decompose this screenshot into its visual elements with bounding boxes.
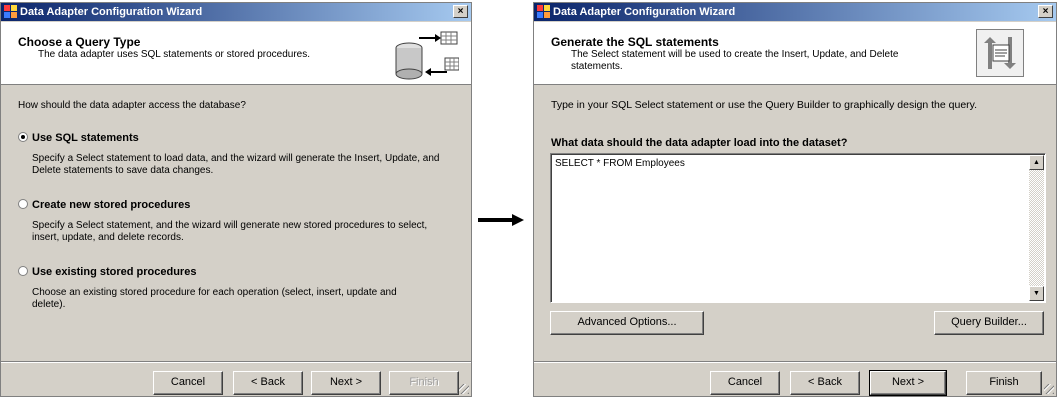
radio-button[interactable]	[18, 132, 28, 142]
page-title: Generate the SQL statements	[551, 35, 719, 49]
prompt-text: How should the data adapter access the d…	[18, 100, 246, 111]
vertical-scrollbar[interactable]: ▲ ▼	[1029, 155, 1044, 301]
cancel-button[interactable]: Cancel	[153, 371, 223, 395]
sql-textarea[interactable]: SELECT * FROM Employees ▲ ▼	[550, 153, 1046, 303]
radio-label[interactable]: Use existing stored procedures	[32, 265, 196, 279]
wizard-header: Choose a Query Type The data adapter use…	[1, 22, 471, 85]
next-button[interactable]: Next >	[311, 371, 381, 395]
back-button[interactable]: < Back	[790, 371, 860, 395]
radio-use-existing-stored-procedures[interactable]: Use existing stored procedures	[18, 265, 318, 279]
footer-divider	[1, 361, 471, 363]
finish-button[interactable]: Finish	[966, 371, 1042, 395]
instructions-text: Type in your SQL Select statement or use…	[551, 99, 978, 111]
wizard-header: Generate the SQL statements The Select s…	[534, 22, 1056, 85]
page-subtitle: The Select statement will be used to cre…	[571, 49, 899, 72]
right-arrow-icon	[478, 214, 524, 226]
radio-button[interactable]	[18, 266, 28, 276]
query-builder-button[interactable]: Query Builder...	[934, 311, 1044, 335]
sql-text[interactable]: SELECT * FROM Employees	[555, 158, 685, 169]
close-button[interactable]: ×	[453, 5, 468, 18]
database-table-icon	[395, 31, 459, 80]
resize-grip[interactable]	[1044, 384, 1054, 394]
app-icon	[537, 5, 550, 18]
page-title: Choose a Query Type	[18, 35, 141, 49]
app-icon	[4, 5, 17, 18]
advanced-options-button[interactable]: Advanced Options...	[550, 311, 704, 335]
radio-label[interactable]: Use SQL statements	[32, 131, 139, 145]
window-title: Data Adapter Configuration Wizard	[553, 6, 736, 18]
question-label: What data should the data adapter load i…	[551, 137, 848, 149]
scroll-down-icon[interactable]: ▼	[1029, 286, 1044, 301]
radio-button[interactable]	[18, 199, 28, 209]
option-description: Specify a Select statement to load data,…	[32, 153, 440, 176]
title-bar[interactable]: Data Adapter Configuration Wizard ×	[1, 3, 471, 21]
back-button[interactable]: < Back	[233, 371, 303, 395]
resize-grip[interactable]	[459, 384, 469, 394]
radio-label[interactable]: Create new stored procedures	[32, 198, 190, 212]
next-button[interactable]: Next >	[869, 370, 947, 396]
radio-use-sql[interactable]: Use SQL statements	[18, 131, 318, 145]
wizard-window-generate-sql: Data Adapter Configuration Wizard × Gene…	[533, 2, 1057, 397]
footer-divider	[534, 361, 1056, 363]
title-bar[interactable]: Data Adapter Configuration Wizard ×	[534, 3, 1056, 21]
page-subtitle: The data adapter uses SQL statements or …	[38, 49, 311, 60]
option-description: Choose an existing stored procedure for …	[32, 287, 397, 310]
document-arrows-icon	[976, 29, 1024, 77]
option-description: Specify a Select statement, and the wiza…	[32, 220, 428, 243]
wizard-window-choose-query-type: Data Adapter Configuration Wizard × Choo…	[0, 2, 472, 397]
radio-create-stored-procedures[interactable]: Create new stored procedures	[18, 198, 318, 212]
finish-button[interactable]: Finish	[389, 371, 459, 395]
window-title: Data Adapter Configuration Wizard	[20, 6, 203, 18]
close-button[interactable]: ×	[1038, 5, 1053, 18]
scroll-up-icon[interactable]: ▲	[1029, 155, 1044, 170]
cancel-button[interactable]: Cancel	[710, 371, 780, 395]
